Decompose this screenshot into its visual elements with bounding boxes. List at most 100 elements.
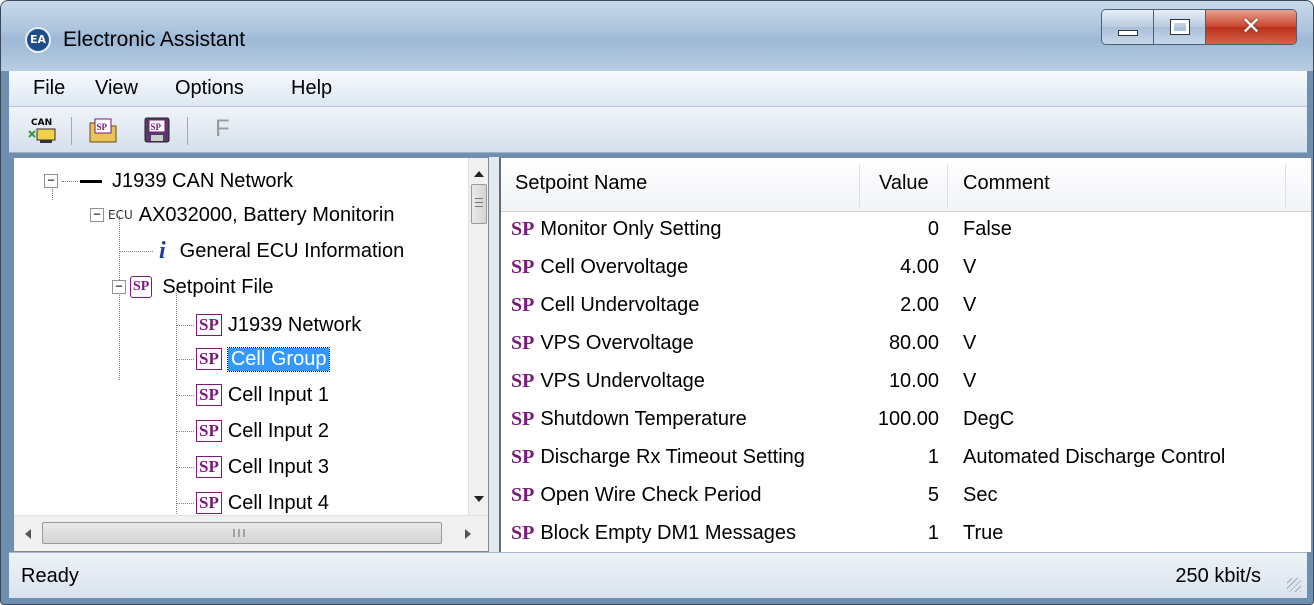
- setpoint-icon: SP: [196, 348, 222, 370]
- grip-icon: [233, 529, 245, 537]
- setpoint-name-cell: SP Shutdown Temperature: [511, 408, 747, 431]
- pane-splitter[interactable]: [489, 157, 499, 552]
- setpoint-value: 80.00: [888, 332, 939, 354]
- tree-connector: [176, 466, 194, 468]
- menu-options[interactable]: Options: [175, 77, 244, 100]
- column-header-name[interactable]: Setpoint Name: [515, 172, 647, 195]
- resize-grip[interactable]: [1287, 578, 1301, 592]
- setpoint-value: 100.00: [877, 408, 939, 430]
- ecu-icon: ECU: [108, 208, 133, 222]
- close-button[interactable]: ✕: [1206, 10, 1296, 44]
- scroll-left-icon[interactable]: [18, 524, 38, 544]
- column-divider[interactable]: [859, 164, 860, 208]
- open-setpoint-button[interactable]: SP: [85, 114, 121, 146]
- scroll-down-icon[interactable]: [469, 489, 489, 509]
- setpoint-name: VPS Undervoltage: [540, 370, 705, 392]
- setpoint-name-cell: SP Discharge Rx Timeout Setting: [511, 446, 805, 469]
- column-divider[interactable]: [947, 164, 948, 208]
- network-line-icon: [80, 179, 102, 183]
- scrollbar-thumb[interactable]: [471, 184, 487, 224]
- tree-item-setpoint[interactable]: SP J1939 Network: [176, 308, 361, 342]
- setpoint-icon: SP: [511, 446, 535, 468]
- table-row[interactable]: SP Cell Undervoltage 2.00 V: [501, 288, 1311, 322]
- setpoint-icon: SP: [196, 456, 222, 478]
- setpoint-icon: SP: [511, 256, 535, 278]
- setpoint-name: Cell Overvoltage: [540, 256, 689, 278]
- title-bar[interactable]: EA Electronic Assistant ✕: [1, 1, 1313, 71]
- setpoint-icon: SP: [196, 492, 222, 514]
- column-divider[interactable]: [1285, 164, 1286, 208]
- tree-item-general-info[interactable]: i General ECU Information: [119, 234, 404, 268]
- setpoint-name: Block Empty DM1 Messages: [540, 522, 796, 544]
- tree-item-setpoint[interactable]: SP Cell Input 2: [176, 414, 329, 448]
- tree-item-label: Cell Input 4: [227, 491, 330, 514]
- tree-item-label: General ECU Information: [179, 239, 405, 262]
- menu-help[interactable]: Help: [291, 77, 332, 100]
- setpoint-icon: SP: [511, 370, 535, 392]
- setpoint-icon: SP: [511, 332, 535, 354]
- column-header-value[interactable]: Value: [879, 172, 929, 195]
- setpoint-name-cell: SP Cell Undervoltage: [511, 294, 699, 317]
- f-button[interactable]: F: [215, 115, 230, 143]
- collapse-toggle[interactable]: −: [90, 208, 104, 222]
- baud-rate-indicator: 250 kbit/s: [1175, 565, 1261, 587]
- setpoint-icon: SP: [511, 408, 535, 430]
- scroll-up-icon[interactable]: [469, 164, 489, 184]
- save-setpoint-button[interactable]: SP: [139, 114, 175, 146]
- collapse-toggle[interactable]: −: [44, 174, 58, 188]
- save-icon-label: SP: [151, 122, 162, 132]
- tree-item-label: Cell Group: [226, 346, 331, 372]
- open-setpoint-icon: SP: [89, 118, 117, 143]
- tree-item-setpoint[interactable]: SP Cell Input 1: [176, 378, 329, 412]
- collapse-toggle[interactable]: −: [112, 280, 126, 294]
- menu-file[interactable]: File: [33, 77, 65, 100]
- setpoint-value: 1: [927, 446, 939, 468]
- can-network-icon: CAN: [28, 118, 56, 143]
- tree-item-setpoint-selected[interactable]: SP Cell Group: [176, 342, 331, 376]
- setpoint-name-cell: SP VPS Undervoltage: [511, 370, 705, 393]
- scroll-right-icon[interactable]: [458, 524, 478, 544]
- tree-horizontal-scrollbar[interactable]: [14, 515, 488, 551]
- minimize-icon: [1118, 30, 1138, 36]
- tree-vertical-scrollbar[interactable]: [468, 158, 488, 515]
- tree-item-setpoint[interactable]: SP Cell Input 3: [176, 450, 329, 484]
- setpoint-icon: SP: [511, 484, 535, 506]
- tree-item-network[interactable]: − J1939 CAN Network: [44, 164, 293, 198]
- table-row[interactable]: SP Monitor Only Setting 0 False: [501, 212, 1311, 246]
- table-row[interactable]: SP VPS Undervoltage 10.00 V: [501, 364, 1311, 398]
- tree-item-ecu[interactable]: − ECU AX032000, Battery Monitorin: [90, 198, 394, 232]
- can-icon-label: CAN: [31, 118, 52, 128]
- table-row[interactable]: SP Discharge Rx Timeout Setting 1 Automat…: [501, 440, 1311, 474]
- setpoint-file-icon: SP: [130, 276, 153, 298]
- toolbar-separator: [187, 117, 188, 145]
- menu-view[interactable]: View: [95, 77, 138, 100]
- tree-item-label: J1939 Network: [227, 313, 362, 336]
- setpoint-name-cell: SP VPS Overvoltage: [511, 332, 694, 355]
- setpoint-name: VPS Overvoltage: [540, 332, 694, 354]
- table-row[interactable]: SP Block Empty DM1 Messages 1 True: [501, 516, 1311, 550]
- tree-item-label: Cell Input 1: [227, 383, 330, 406]
- window-title: Electronic Assistant: [63, 28, 246, 51]
- table-row[interactable]: SP VPS Overvoltage 80.00 V: [501, 326, 1311, 360]
- table-row[interactable]: SP Open Wire Check Period 5 Sec: [501, 478, 1311, 512]
- setpoint-value: 1: [927, 522, 939, 544]
- setpoint-name: Cell Undervoltage: [540, 294, 700, 316]
- scrollbar-thumb[interactable]: [42, 522, 442, 544]
- column-header-comment[interactable]: Comment: [963, 172, 1050, 195]
- setpoint-name: Monitor Only Setting: [540, 218, 722, 240]
- can-connect-button[interactable]: CAN: [25, 114, 61, 146]
- table-row[interactable]: SP Shutdown Temperature 100.00 DegC: [501, 402, 1311, 436]
- setpoint-table: Setpoint Name Value Comment SP Monitor On…: [499, 157, 1311, 552]
- tree-item-setpoint-file[interactable]: − SP Setpoint File: [112, 270, 274, 304]
- minimize-button[interactable]: [1102, 10, 1154, 44]
- menu-bar: File View Options Help: [9, 71, 1307, 107]
- setpoint-comment: True: [963, 522, 1004, 544]
- tree-item-label: Cell Input 3: [227, 455, 330, 478]
- setpoint-value: 4.00: [900, 256, 939, 278]
- table-row[interactable]: SP Cell Overvoltage 4.00 V: [501, 250, 1311, 284]
- maximize-button[interactable]: [1154, 10, 1206, 44]
- setpoint-value: 0: [927, 218, 939, 240]
- tree-connector: [176, 502, 194, 504]
- tree-connector: [176, 394, 194, 396]
- setpoint-name: Discharge Rx Timeout Setting: [540, 446, 805, 468]
